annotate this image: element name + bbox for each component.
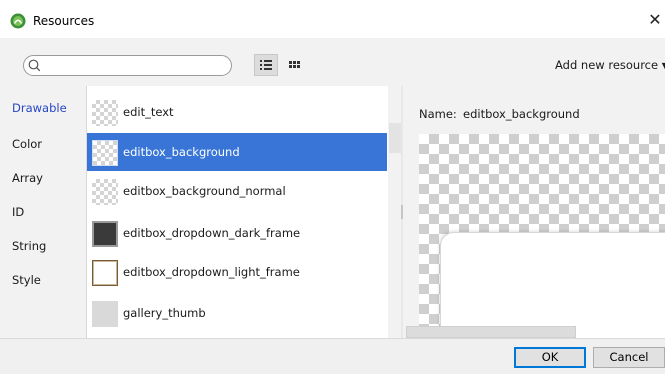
resource-name: editbox_dropdown_light_frame — [123, 265, 300, 279]
category-style[interactable]: Style — [12, 272, 41, 288]
resource-name: editbox_background — [123, 145, 240, 159]
resource-name: gallery_thumb — [123, 306, 206, 320]
grid-view-icon — [289, 61, 300, 68]
add-new-resource-dropdown[interactable]: Add new resource ▼ — [555, 54, 665, 76]
list-item[interactable]: gallery_thumb — [87, 294, 387, 332]
list-item[interactable]: edit_text — [87, 93, 387, 131]
resource-thumbnail — [92, 100, 118, 126]
grid-view-button[interactable] — [282, 54, 306, 76]
resource-thumbnail — [92, 301, 118, 327]
resource-list: edit_text editbox_background editbox_bac… — [86, 86, 388, 338]
resource-name: edit_text — [123, 105, 174, 119]
close-icon[interactable]: ✕ — [647, 12, 663, 28]
resource-thumbnail — [92, 179, 118, 205]
search-box[interactable] — [23, 55, 232, 76]
ok-button[interactable]: OK — [514, 347, 586, 368]
resource-name: editbox_background_normal — [123, 184, 286, 198]
name-value: editbox_background — [463, 107, 580, 121]
android-studio-icon — [10, 13, 26, 29]
list-view-icon — [260, 60, 272, 70]
category-color[interactable]: Color — [12, 136, 42, 152]
resource-thumbnail — [92, 140, 118, 166]
list-scrollbar-thumb[interactable] — [389, 123, 401, 153]
list-item[interactable]: editbox_dropdown_light_frame — [87, 253, 387, 291]
list-item[interactable]: editbox_dropdown_dark_frame — [87, 214, 387, 252]
toolbar: Add new resource ▼ — [0, 38, 665, 86]
search-input[interactable] — [44, 58, 224, 73]
cancel-button[interactable]: Cancel — [593, 347, 665, 368]
name-label: Name: — [419, 107, 457, 121]
title-bar: Resources ✕ — [0, 0, 665, 38]
list-view-button[interactable] — [254, 54, 278, 76]
resource-thumbnail — [92, 260, 118, 286]
window-title: Resources — [33, 14, 95, 28]
category-array[interactable]: Array — [12, 170, 43, 186]
resource-name: editbox_dropdown_dark_frame — [123, 226, 301, 240]
resource-type-list: Drawable Color Array ID String Style — [0, 86, 86, 338]
add-new-resource-label: Add new resource — [555, 58, 659, 72]
resource-thumbnail — [92, 221, 118, 247]
list-item[interactable]: editbox_background_normal — [87, 172, 387, 210]
preview-horizontal-scrollbar[interactable] — [406, 326, 576, 338]
category-string[interactable]: String — [12, 238, 46, 254]
list-item-selected[interactable]: editbox_background — [87, 133, 387, 171]
category-drawable[interactable]: Drawable — [12, 100, 67, 116]
search-icon — [28, 59, 41, 72]
category-id[interactable]: ID — [12, 204, 24, 220]
